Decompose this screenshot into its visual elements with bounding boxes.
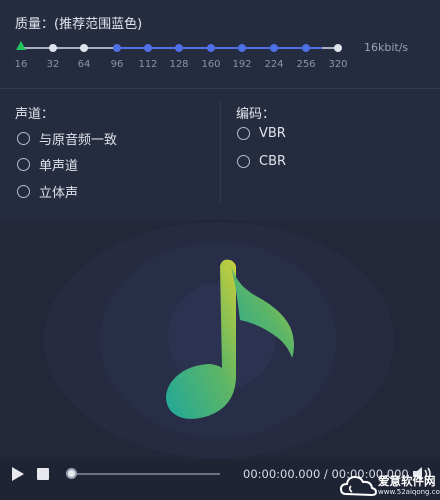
tick-label: 96 (110, 59, 124, 70)
slider-stop-112[interactable] (144, 44, 152, 52)
quality-title: 质量：(推荐范围蓝色) (15, 17, 143, 32)
radio-circle[interactable] (237, 127, 250, 140)
channel-label: 声道： (15, 107, 55, 122)
radio-label: 与原音频一致 (39, 133, 118, 148)
radio-channel-stereo[interactable]: 立体声 (17, 182, 78, 201)
radio-label: 立体声 (39, 186, 79, 201)
encoding-label: 编码： (236, 107, 276, 122)
bitrate-readout: 16kbit/s (364, 41, 409, 54)
slider-stop-256[interactable] (302, 44, 310, 52)
current-time: 00:00:00.000 (243, 467, 321, 481)
radio-circle[interactable] (17, 158, 30, 171)
music-note-icon (166, 259, 294, 419)
slider-stop-128[interactable] (175, 44, 183, 52)
slider-stop-160[interactable] (207, 44, 215, 52)
tick-label: 256 (296, 59, 316, 70)
slider-tick-labels: 16 32 64 96 112 128 160 192 224 256 320 (0, 59, 360, 73)
slider-stop-192[interactable] (238, 44, 246, 52)
progress-bar[interactable] (70, 473, 220, 475)
radio-label: CBR (259, 154, 287, 169)
tick-label: 64 (77, 59, 91, 70)
tick-label: 160 (201, 59, 221, 70)
time-separator: / (320, 467, 332, 481)
quality-slider[interactable] (16, 39, 348, 59)
tick-label: 224 (264, 59, 284, 70)
audio-preview-area (0, 220, 440, 460)
radio-circle[interactable] (17, 132, 30, 145)
slider-stop-320[interactable] (334, 44, 342, 52)
watermark-url: www.52aiqong.com (378, 488, 440, 496)
tick-label: 128 (169, 59, 189, 70)
tick-label: 192 (232, 59, 252, 70)
radio-channel-original[interactable]: 与原音频一致 (17, 129, 117, 148)
radio-encoding-vbr[interactable]: VBR (237, 126, 286, 141)
radio-channel-mono[interactable]: 单声道 (17, 155, 78, 174)
radio-circle[interactable] (17, 185, 30, 198)
stop-icon[interactable] (37, 468, 49, 480)
radio-encoding-cbr[interactable]: CBR (237, 154, 286, 169)
cloud-logo-icon (340, 475, 378, 497)
radio-label: 单声道 (39, 159, 79, 174)
column-divider (220, 100, 221, 204)
radio-circle[interactable] (237, 155, 250, 168)
tick-label: 32 (46, 59, 60, 70)
progress-knob[interactable] (66, 468, 77, 479)
slider-stop-64[interactable] (80, 44, 88, 52)
watermark: 爱意软件网 www.52aiqong.com (340, 472, 440, 500)
slider-handle[interactable] (16, 41, 26, 50)
play-icon[interactable] (12, 467, 24, 481)
radio-label: VBR (259, 126, 286, 141)
slider-track-low (20, 47, 117, 49)
tick-label: 16 (14, 59, 28, 70)
section-divider (0, 88, 440, 89)
tick-label: 320 (328, 59, 348, 70)
watermark-text: 爱意软件网 (378, 474, 436, 488)
tick-label: 112 (138, 59, 158, 70)
slider-stop-32[interactable] (49, 44, 57, 52)
slider-stop-224[interactable] (270, 44, 278, 52)
settings-panel: 质量：(推荐范围蓝色) 16 32 64 96 112 128 160 192 … (0, 0, 440, 220)
slider-stop-96[interactable] (113, 44, 121, 52)
